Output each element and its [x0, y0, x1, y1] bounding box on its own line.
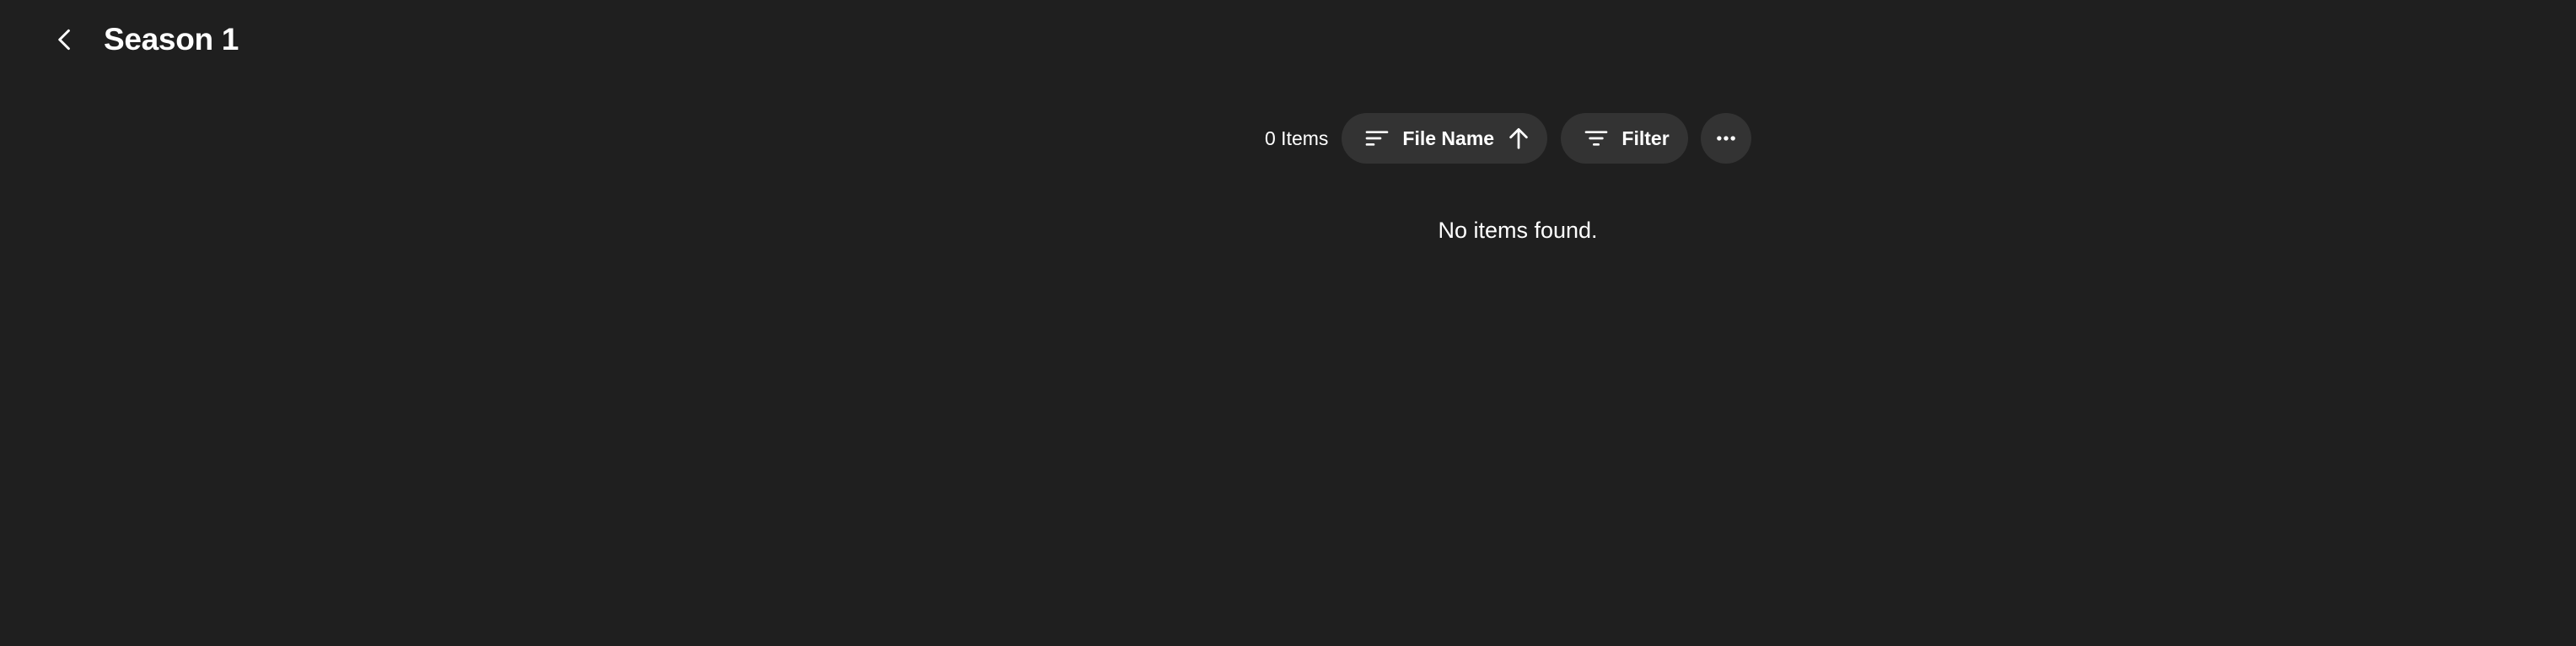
header: Season 1	[0, 0, 2576, 81]
chevron-left-icon	[58, 29, 70, 51]
filter-icon	[1585, 131, 1608, 146]
empty-state-message: No items found.	[1438, 218, 1598, 243]
page: Season 1 0 Items File Name Filter No ite…	[0, 0, 2576, 646]
filter-label: Filter	[1621, 127, 1670, 149]
more-horizontal-icon	[1717, 136, 1736, 141]
sort-label: File Name	[1402, 127, 1495, 149]
arrow-up-icon	[1509, 128, 1528, 149]
more-options-button[interactable]	[1701, 113, 1752, 164]
page-title: Season 1	[104, 22, 239, 57]
sort-button[interactable]: File Name	[1342, 113, 1548, 164]
back-button[interactable]	[44, 19, 86, 61]
item-count: 0 Items	[1265, 127, 1329, 149]
toolbar: 0 Items File Name Filter	[1265, 113, 1752, 164]
filter-button[interactable]: Filter	[1561, 113, 1689, 164]
sort-lines-icon	[1366, 131, 1389, 146]
